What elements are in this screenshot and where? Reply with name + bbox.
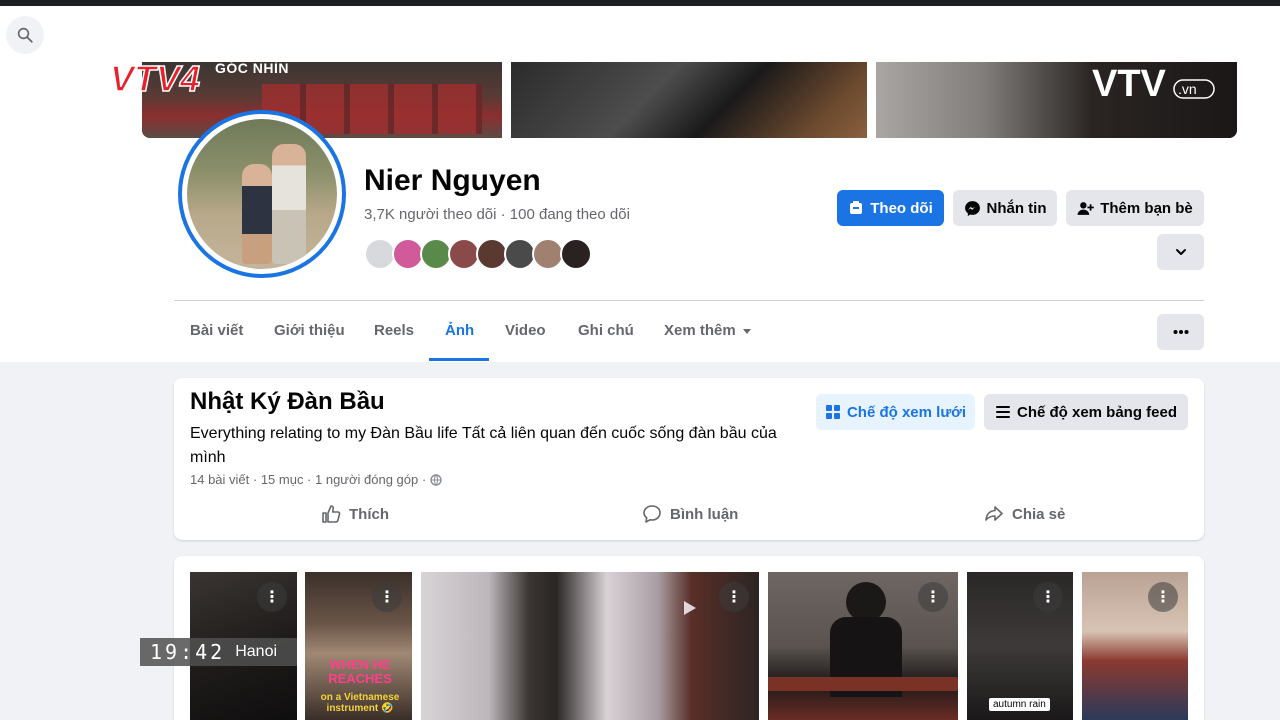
vtv4-logo-text: VTV4 (110, 58, 200, 98)
grid-view-button[interactable]: Chế độ xem lưới (816, 394, 975, 430)
album-description: Everything relating to my Đàn Bầu life T… (190, 425, 777, 466)
vtv4-program-label: GÓC NHÌN (215, 60, 289, 76)
header-divider (174, 300, 1204, 301)
tab-posts[interactable]: Bài viết (190, 322, 243, 339)
album-title: Nhật Ký Đàn Bầu (190, 388, 385, 415)
photo-overlay-subtext: on a Vietnamese instrument 🤣 (320, 692, 400, 714)
photo-item[interactable]: ⋮ autumn rain (967, 572, 1073, 720)
clock-time: 19:42 (150, 640, 226, 664)
profile-name: Nier Nguyen (364, 164, 541, 197)
tab-more[interactable]: Xem thêm (664, 322, 752, 339)
feed-view-label: Chế độ xem bảng feed (1016, 403, 1178, 421)
photo-item[interactable]: ⋮ (768, 572, 958, 720)
active-tab-indicator (429, 358, 489, 361)
share-icon (985, 506, 1003, 521)
thumbs-up-icon (322, 505, 341, 523)
message-button[interactable]: Nhắn tin (953, 190, 1057, 226)
messenger-icon (964, 200, 980, 216)
add-friend-icon (1077, 201, 1095, 215)
album-meta-text: 14 bài viết · 15 mục · 1 người đóng góp … (190, 472, 427, 487)
photo-options-icon[interactable]: ⋮ (1033, 582, 1063, 612)
comment-label: Bình luận (670, 505, 739, 523)
tabs-overflow-button[interactable] (1157, 314, 1204, 350)
chevron-down-icon (1175, 249, 1186, 255)
photo-options-icon[interactable]: ⋮ (372, 582, 402, 612)
follow-label: Theo dõi (870, 199, 933, 217)
tab-photos[interactable]: Ảnh (445, 322, 474, 339)
list-icon (995, 406, 1010, 418)
search-icon (17, 27, 33, 43)
caret-down-icon (742, 328, 751, 334)
tab-more-label: Xem thêm (664, 322, 736, 339)
photo-options-icon[interactable]: ⋮ (918, 582, 948, 612)
photo-options-icon[interactable]: ⋮ (257, 582, 287, 612)
grid-view-label: Chế độ xem lưới (846, 403, 967, 421)
photo-caption: autumn rain (989, 698, 1050, 711)
vtv-vn-logo: VTV .vn (1092, 63, 1215, 102)
top-bar (0, 6, 1280, 62)
tab-about[interactable]: Giới thiệu (274, 322, 345, 339)
profile-avatar[interactable] (178, 110, 346, 278)
globe-icon (430, 473, 442, 486)
follow-button[interactable]: Theo dõi (837, 190, 944, 226)
photo-item[interactable]: ⋮ WHEN HE REACHES on a Vietnamese instru… (305, 572, 412, 720)
cover-panel-2 (511, 62, 867, 138)
comment-icon (643, 505, 661, 523)
clock-city: Hanoi (235, 643, 278, 660)
photo-item[interactable]: ⋮ (1082, 572, 1188, 720)
search-button[interactable] (6, 16, 44, 54)
vtv4-logo: VTV4 (110, 58, 201, 98)
tab-reels[interactable]: Reels (374, 322, 414, 339)
tab-notes[interactable]: Ghi chú (578, 322, 634, 339)
photo-options-icon[interactable]: ⋮ (719, 582, 749, 612)
share-button[interactable]: Chia sẻ (984, 504, 1065, 524)
like-button[interactable]: Thích (321, 504, 389, 524)
follower-count[interactable]: 3,7K người theo dõi · 100 đang theo dõi (364, 206, 630, 223)
vtv-logo-suffix: .vn (1178, 81, 1197, 97)
photo-options-icon[interactable]: ⋮ (1148, 582, 1178, 612)
message-label: Nhắn tin (986, 199, 1047, 217)
vtv-logo-text: VTV (1092, 63, 1167, 102)
photo-overlay-text: WHEN HE REACHES (328, 657, 392, 686)
play-icon (684, 601, 696, 615)
more-horizontal-icon (1173, 330, 1188, 334)
add-friend-button[interactable]: Thêm bạn bè (1066, 190, 1204, 226)
more-profile-actions-button[interactable] (1157, 234, 1204, 270)
broadcast-clock: 19:42 Hanoi (140, 638, 297, 666)
tab-videos[interactable]: Video (505, 322, 546, 339)
share-label: Chia sẻ (1012, 505, 1066, 523)
friend-avatar[interactable] (560, 238, 592, 270)
follow-icon (850, 201, 863, 214)
photo-item[interactable]: ⋮ (421, 572, 759, 720)
add-friend-label: Thêm bạn bè (1100, 199, 1193, 217)
mutual-friends-avatars[interactable] (364, 238, 592, 270)
feed-view-button[interactable]: Chế độ xem bảng feed (984, 394, 1188, 430)
like-label: Thích (349, 505, 389, 523)
comment-button[interactable]: Bình luận (642, 504, 738, 524)
album-meta: 14 bài viết · 15 mục · 1 người đóng góp … (190, 472, 442, 487)
grid-icon (825, 405, 840, 419)
